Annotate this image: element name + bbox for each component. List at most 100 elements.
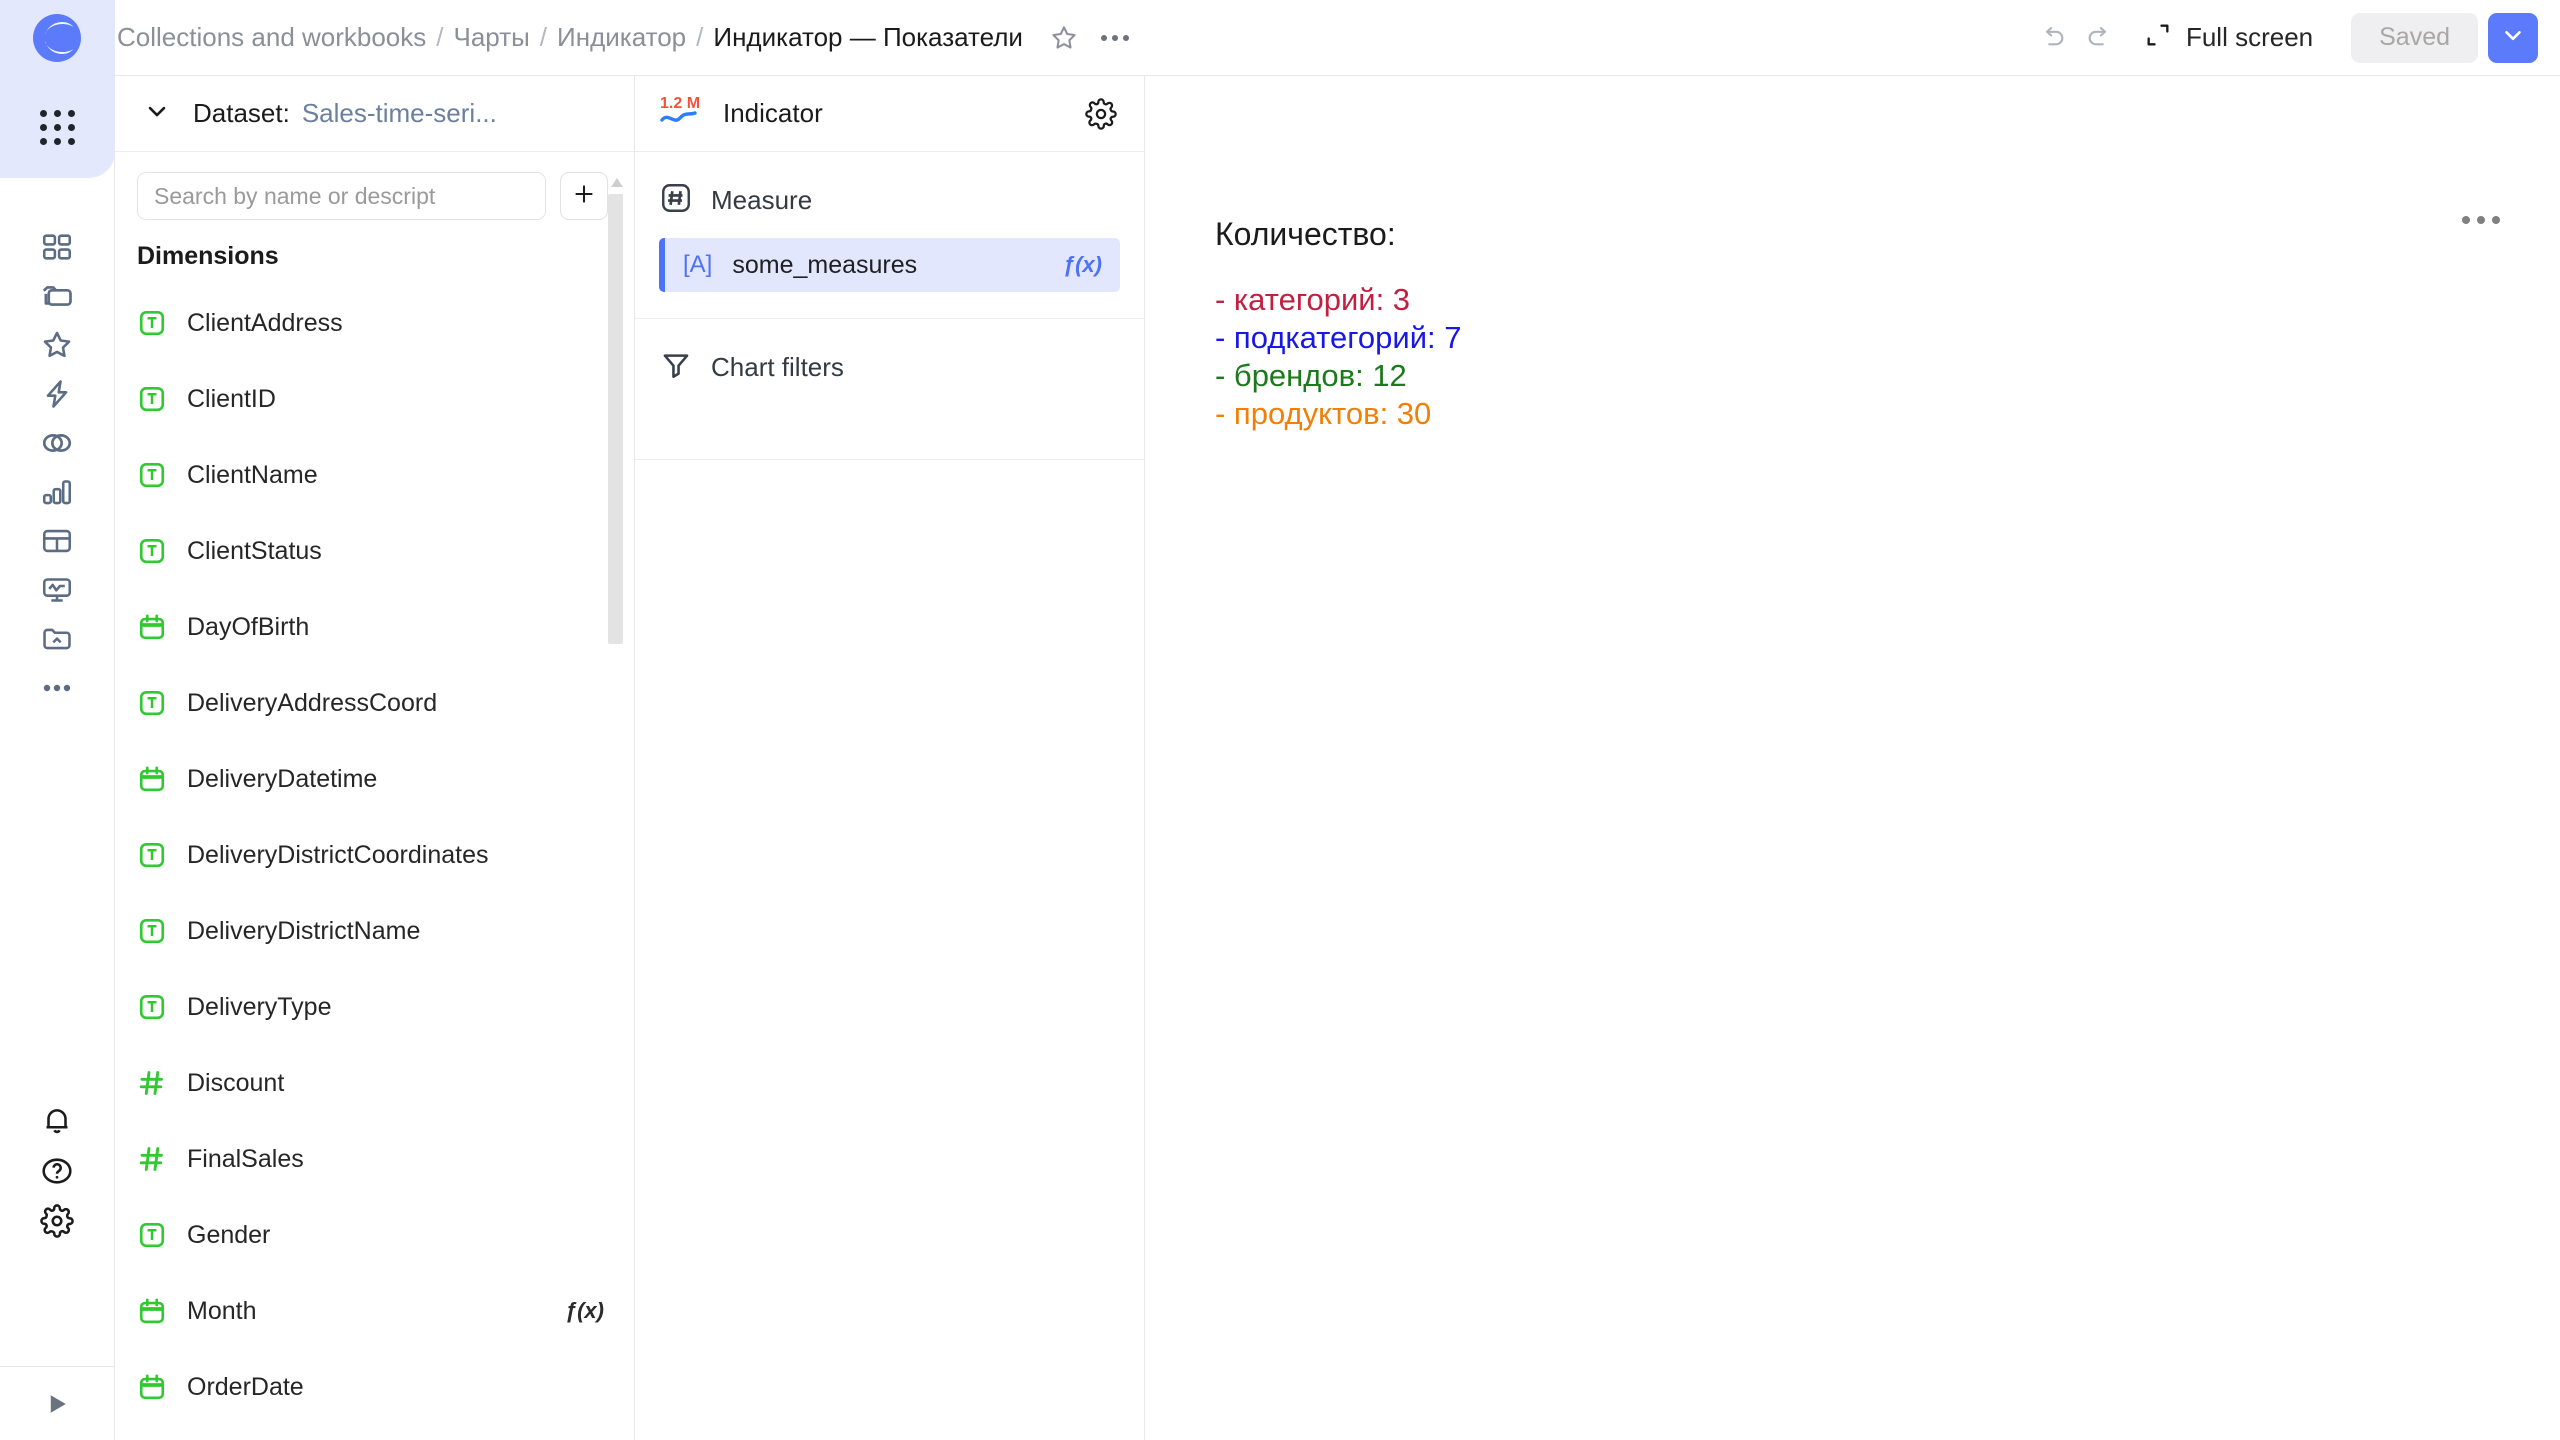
favorite-star-icon[interactable] [1047,21,1081,55]
save-dropdown-button[interactable] [2488,13,2538,63]
measure-section-label: Measure [711,185,812,216]
scrollbar-thumb[interactable] [608,194,623,644]
breadcrumb-link[interactable]: Collections and workbooks [115,22,428,53]
apps-grid-icon[interactable] [0,76,115,178]
field-type-array-icon: [A] [683,251,712,279]
dimension-field-name: DeliveryDatetime [187,765,377,794]
datalens-logo[interactable] [0,0,115,76]
sidebar-item-collections[interactable] [0,271,115,320]
filter-funnel-icon [659,348,693,387]
dimension-field-name: DeliveryType [187,993,332,1022]
dimension-field-row[interactable]: DayOfBirth [137,589,634,665]
dimension-field-row[interactable]: DeliveryDistrictName [137,893,634,969]
sidebar-item-favorites[interactable] [0,320,115,369]
sidebar-item-help[interactable] [0,1146,115,1196]
saved-button[interactable]: Saved [2351,13,2478,63]
field-type-text-icon [137,384,173,414]
dataset-name-link[interactable]: Sales-time-seri... [302,98,497,129]
left-nav-items [0,200,115,712]
indicator-title: Количество: [1215,216,1461,253]
dimension-field-row[interactable]: ClientAddress [137,285,634,361]
plus-icon [571,181,597,212]
field-type-text-icon [137,840,173,870]
dimension-field-row[interactable]: Monthƒ(x) [137,1273,634,1349]
chevron-down-icon [2500,22,2526,53]
fullscreen-icon [2144,21,2172,54]
add-field-button[interactable] [560,172,608,220]
chart-preview-area: Количество: - категорий: 3- подкатегорий… [1145,76,2560,1440]
field-type-text-icon [137,536,173,566]
search-input[interactable] [137,172,546,220]
sidebar-item-dashboards[interactable] [0,222,115,271]
dimension-field-row[interactable]: FinalSales [137,1121,634,1197]
dimension-field-row[interactable]: ClientName [137,437,634,513]
redo-icon[interactable] [2076,15,2122,61]
breadcrumb-link[interactable]: Индикатор [555,22,688,53]
dimension-field-row[interactable]: DeliveryDistrictCoordinates [137,817,634,893]
field-type-text-icon [137,1220,173,1250]
dimension-field-name: Month [187,1297,256,1326]
dimension-field-name: OrderDate [187,1373,304,1402]
dimensions-list: Dimensions ClientAddress ClientID ClientNa… [115,234,634,1440]
dimensions-heading: Dimensions [137,242,634,271]
dataset-scrollbar[interactable] [608,176,626,1440]
sidebar-item-monitoring[interactable] [0,565,115,614]
left-nav [0,0,115,1440]
field-type-date-icon [137,1296,173,1326]
dimension-field-row[interactable]: ClientID [137,361,634,437]
indicator-count-line: - подкатегорий: 7 [1215,319,1461,357]
indicator-icon[interactable]: 1.2 M [659,91,705,136]
dimension-field-name: ClientID [187,385,276,414]
left-nav-expand-icon[interactable] [0,1366,115,1440]
breadcrumb-link[interactable]: Чарты [452,22,532,53]
field-type-date-icon [137,764,173,794]
sidebar-item-charts[interactable] [0,467,115,516]
breadcrumb-more-icon[interactable] [1097,23,1133,53]
chart-filters-label: Chart filters [711,352,844,383]
chart-settings-gear-icon[interactable] [1080,93,1122,135]
sidebar-item-settings[interactable] [0,1196,115,1246]
dimension-field-row[interactable]: Discount [137,1045,634,1121]
field-type-text-icon [137,308,173,338]
left-nav-bottom [0,1096,115,1440]
chart-sections-panel: 1.2 M Indicator [635,76,1145,1440]
undo-icon[interactable] [2030,15,2076,61]
sidebar-item-notifications[interactable] [0,1096,115,1146]
sidebar-item-datasets[interactable] [0,516,115,565]
field-type-text-icon [137,688,173,718]
dimension-field-row[interactable]: DeliveryType [137,969,634,1045]
breadcrumb-current: Индикатор — Показатели [711,22,1025,53]
fullscreen-button[interactable]: Full screen [2144,21,2313,54]
measure-field-chip[interactable]: [A] some_measures ƒ(x) [659,238,1120,292]
chart-more-menu-icon[interactable] [2462,216,2500,224]
dimension-field-row[interactable]: DeliveryAddressCoord [137,665,634,741]
dimension-field-row[interactable]: ClientStatus [137,513,634,589]
dimension-field-row[interactable]: OrderDate [137,1349,634,1425]
sidebar-item-connections[interactable] [0,418,115,467]
dataset-label: Dataset: [193,98,290,129]
breadcrumb-separator: / [688,22,711,53]
dimension-field-name: DeliveryAddressCoord [187,689,437,718]
main-body: Dataset: Sales-time-seri... Dimensions C… [0,76,2560,1440]
sidebar-item-files[interactable] [0,614,115,663]
chart-filters-header[interactable]: Chart filters [659,345,1120,389]
breadcrumb-separator: / [532,22,555,53]
dimension-field-name: Gender [187,1221,270,1250]
sidebar-item-quick[interactable] [0,369,115,418]
field-type-date-icon [137,612,173,642]
dimension-field-row[interactable]: Gender [137,1197,634,1273]
field-type-date-icon [137,1372,173,1402]
dataset-header[interactable]: Dataset: Sales-time-seri... [115,76,634,152]
scroll-up-arrow-icon[interactable] [610,176,624,188]
sidebar-item-more[interactable] [0,663,115,712]
dimension-field-name: Discount [187,1069,284,1098]
formula-fx-icon: ƒ(x) [1063,252,1102,278]
fullscreen-label: Full screen [2186,22,2313,53]
dimension-field-name: FinalSales [187,1145,304,1174]
sections-empty-space [635,459,1144,1440]
dimension-field-name: DeliveryDistrictName [187,917,420,946]
dimension-field-row[interactable]: DeliveryDatetime [137,741,634,817]
dataset-search-row [115,152,634,234]
dimension-field-name: ClientStatus [187,537,322,566]
measure-hash-icon [659,181,693,220]
